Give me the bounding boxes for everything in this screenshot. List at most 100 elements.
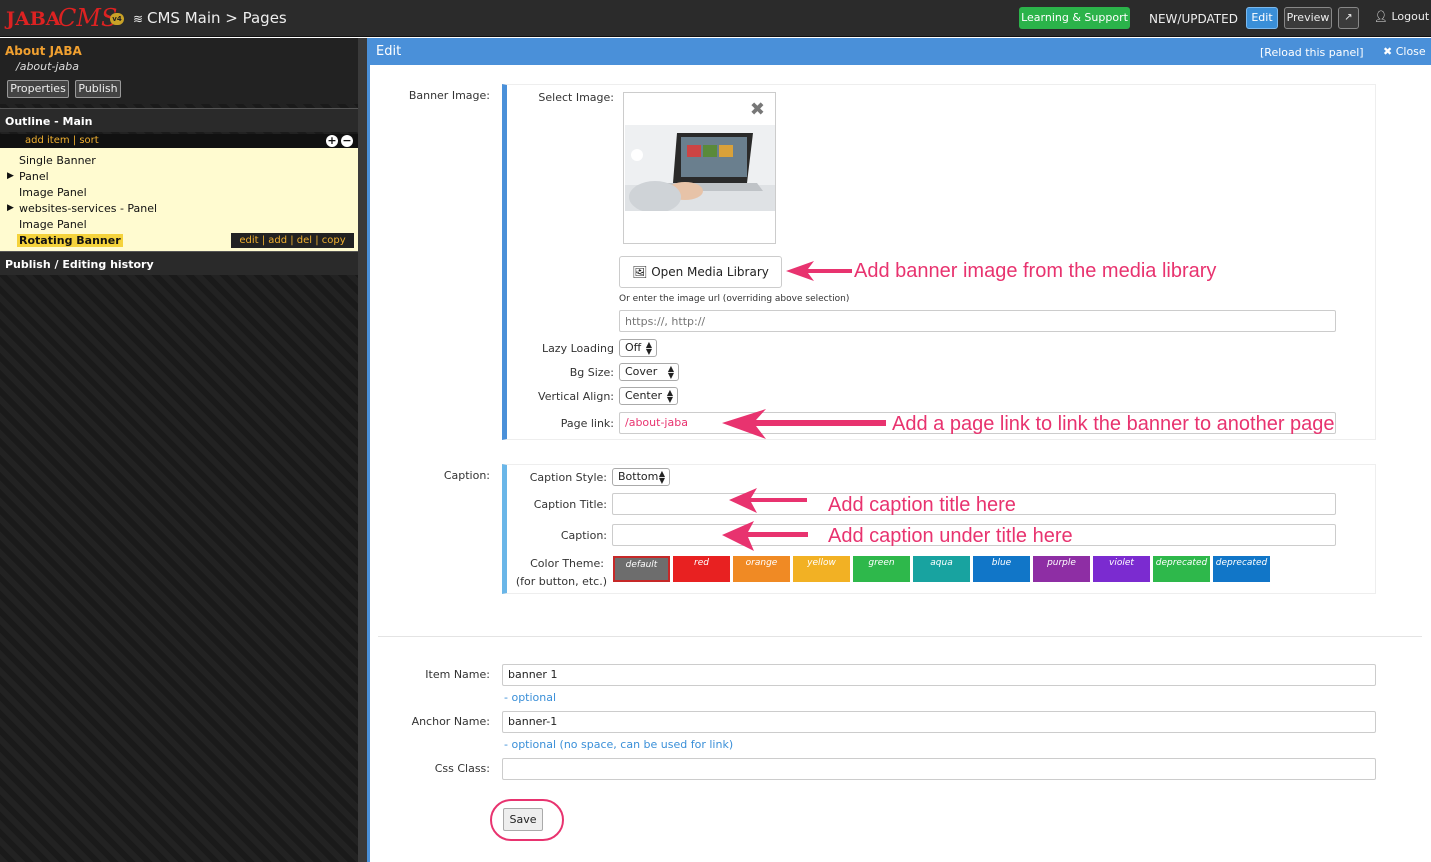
vertical-align-value: Center (625, 389, 663, 402)
color-swatch-green[interactable]: green (853, 556, 910, 582)
expand-all-icon[interactable]: + (326, 135, 338, 147)
panel-title: Edit (376, 44, 402, 59)
logo-version: v4 (110, 13, 124, 25)
image-url-input[interactable] (619, 310, 1336, 332)
caption-style-label: Caption Style: (529, 471, 607, 484)
save-button[interactable]: Save (503, 808, 543, 831)
edit-panel: Edit [Reload this panel] ✖ Close Banner … (367, 38, 1431, 862)
annotation-arrow (722, 409, 886, 439)
color-swatch-red[interactable]: red (673, 556, 730, 582)
bg-size-value: Cover (625, 365, 658, 378)
breadcrumb[interactable]: ≋ CMS Main > Pages (133, 9, 287, 27)
vertical-align-select[interactable]: Center ▲ ▼ (619, 387, 678, 405)
expand-triangle-icon[interactable]: ▶ (7, 203, 14, 213)
image-thumbnail[interactable]: ✖ (623, 92, 776, 244)
color-swatch-deprecated[interactable]: deprecated (1153, 556, 1210, 582)
history-header[interactable]: Publish / Editing history (0, 251, 358, 275)
remove-image-icon[interactable]: ✖ (750, 99, 765, 120)
color-swatch-yellow[interactable]: yellow (793, 556, 850, 582)
new-updated-link[interactable]: NEW/UPDATED (1149, 12, 1238, 26)
anchor-name-input[interactable]: banner-1 (502, 711, 1376, 733)
outline-item[interactable]: Image Panel (19, 186, 87, 199)
item-name-label: Item Name: (425, 668, 490, 681)
anchor-name-label: Anchor Name: (411, 715, 490, 728)
close-button[interactable]: ✖ Close (1383, 45, 1426, 58)
open-media-label: Open Media Library (651, 265, 769, 279)
annotation-arrow (722, 521, 808, 551)
outline-toolbar: add item | sort + − (0, 134, 358, 148)
outline-links[interactable]: add item | sort (25, 135, 99, 146)
color-swatch-orange[interactable]: orange (733, 556, 790, 582)
banner-image-label: Banner Image: (408, 89, 490, 102)
close-label: Close (1395, 45, 1426, 58)
anchor-name-hint: - optional (no space, can be used for li… (504, 738, 734, 751)
item-actions[interactable]: edit | add | del | copy (231, 233, 354, 248)
color-swatch-aqua[interactable]: aqua (913, 556, 970, 582)
color-swatch-blue[interactable]: blue (973, 556, 1030, 582)
sidebar: About JABA /about-jaba Properties Publis… (0, 38, 358, 862)
bg-size-label: Bg Size: (569, 366, 614, 379)
item-name-hint: - optional (504, 691, 557, 704)
annotation-media: Add banner image from the media library (854, 260, 1217, 282)
edit-mode-button[interactable]: Edit (1246, 7, 1278, 29)
learning-support-button[interactable]: Learning & Support (1019, 7, 1130, 29)
select-arrows-icon: ▲ ▼ (667, 364, 674, 380)
collapse-all-icon[interactable]: − (341, 135, 353, 147)
color-theme-label: Color Theme: (530, 557, 604, 570)
page-path: /about-jaba (16, 60, 79, 73)
annotation-page-link: Add a page link to link the banner to an… (892, 413, 1335, 435)
outline-item-active[interactable]: Rotating Banner (17, 234, 123, 247)
user-icon: 👤︎ (1374, 10, 1392, 23)
outline-item[interactable]: Single Banner (19, 154, 96, 167)
color-swatch-deprecated[interactable]: deprecated (1213, 556, 1270, 582)
open-media-library-button[interactable]: 🖼︎ Open Media Library (619, 256, 782, 288)
page-title: About JABA (5, 44, 82, 58)
caption-style-value: Bottom (618, 470, 659, 483)
image-icon: 🖼︎ (632, 265, 652, 279)
logo-script: CMS (58, 4, 118, 32)
css-class-label: Css Class: (434, 762, 490, 775)
lazy-loading-select[interactable]: Off ▲ ▼ (619, 339, 657, 357)
color-swatch-default[interactable]: default (613, 556, 670, 582)
caption-title-label: Caption Title: (533, 498, 607, 511)
database-icon: ≋ (133, 12, 144, 26)
page-info: About JABA /about-jaba Properties Publis… (0, 38, 358, 104)
page-link-label: Page link: (560, 417, 614, 430)
expand-triangle-icon[interactable]: ▶ (7, 171, 14, 181)
publish-button[interactable]: Publish (75, 80, 121, 98)
top-bar: JABA CMS v4 ≋ CMS Main > Pages Learning &… (0, 0, 1431, 37)
section-divider (378, 636, 1422, 637)
url-hint: Or enter the image url (overriding above… (619, 294, 850, 304)
caption-style-select[interactable]: Bottom ▲ ▼ (612, 468, 670, 486)
lazy-loading-value: Off (625, 341, 642, 354)
panel-divider[interactable] (358, 38, 367, 862)
css-class-input[interactable] (502, 758, 1376, 780)
vertical-align-label: Vertical Align: (538, 390, 614, 403)
external-link-icon[interactable]: ↗ (1338, 7, 1359, 29)
bg-size-select[interactable]: Cover ▲ ▼ (619, 363, 679, 381)
annotation-caption-title: Add caption title here (828, 494, 1016, 516)
outline-item[interactable]: Image Panel (19, 218, 87, 231)
lazy-loading-label: Lazy Loading (541, 342, 614, 355)
logout-label: Logout (1391, 10, 1430, 23)
properties-button[interactable]: Properties (7, 80, 69, 98)
logout-link[interactable]: 👤︎ Logout (1374, 10, 1429, 23)
outline-list: Single Banner ▶ Panel Image Panel ▶ webs… (0, 148, 358, 251)
caption-section-label: Caption: (443, 469, 490, 482)
breadcrumb-text: CMS Main > Pages (147, 9, 287, 27)
logo-text: JABA (6, 8, 61, 30)
color-swatch-purple[interactable]: purple (1033, 556, 1090, 582)
color-swatch-violet[interactable]: violet (1093, 556, 1150, 582)
item-name-input[interactable]: banner 1 (502, 664, 1376, 686)
select-arrows-icon: ▲ ▼ (658, 469, 665, 485)
preview-button[interactable]: Preview (1284, 7, 1332, 29)
caption-label: Caption: (560, 529, 607, 542)
outline-header[interactable]: Outline - Main (0, 108, 358, 132)
outline-item[interactable]: Panel (19, 170, 49, 183)
outline-item[interactable]: websites-services - Panel (19, 202, 157, 215)
annotation-arrow (729, 488, 807, 513)
jaba-cms-logo[interactable]: JABA CMS v4 (6, 4, 124, 32)
annotation-arrow (786, 261, 852, 281)
reload-panel-link[interactable]: [Reload this panel] (1260, 46, 1364, 59)
annotation-caption: Add caption under title here (828, 525, 1073, 547)
